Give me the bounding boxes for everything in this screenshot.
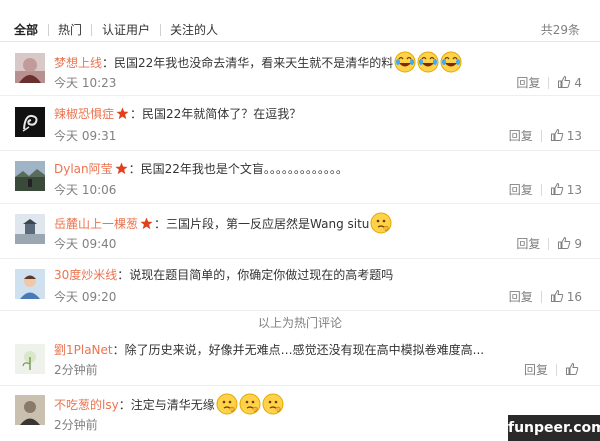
comment-username[interactable]: 不吃葱的lsy	[54, 398, 119, 412]
avatar[interactable]	[15, 107, 45, 137]
reply-button[interactable]: 回复	[509, 128, 533, 144]
comment-username[interactable]: 岳麓山上一棵葱	[54, 217, 138, 231]
hot-comments-divider: 以上为热门评论	[257, 316, 342, 330]
comment-text: ：民国22年就简体了？在逗我？	[130, 107, 302, 121]
verified-badge-icon	[115, 162, 128, 175]
action-divider	[548, 238, 550, 250]
tab-hot[interactable]: 热门	[58, 22, 82, 38]
comment-filter-tabs: 全部 热门 认证用户 关注的人 共29条	[0, 0, 600, 42]
comment-actions: 回复 9	[516, 236, 582, 252]
like-button[interactable]	[565, 362, 582, 377]
laugh-cry-emoji-icon	[417, 51, 439, 73]
thinking-emoji-icon	[216, 393, 238, 415]
thinking-emoji-icon	[262, 393, 284, 415]
comment-actions: 回复	[524, 362, 582, 378]
comment-body: 岳麓山上一棵葱 ：三国片段，第一反应居然是Wang situ	[54, 212, 392, 234]
comment-username[interactable]: 30度炒米线	[54, 268, 117, 282]
comment-row: Dylan阿莹 ：民国22年我也是个文盲。。。。。。。。。。。。。 今天 10:0…	[0, 152, 600, 204]
comment-time: 今天 09:31	[54, 129, 117, 143]
comment-total-count: 共29条	[540, 23, 580, 37]
like-count: 13	[566, 183, 582, 197]
action-divider	[556, 364, 557, 376]
reply-button[interactable]: 回复	[524, 362, 548, 378]
comment-time: 今天 10:23	[54, 76, 117, 90]
comment-actions: 回复 16	[509, 289, 582, 305]
comment-text: ：除了历史来说，好像并无难点…感觉还没有现在高中模拟卷难度高...	[112, 343, 485, 357]
comment-text: ：民国22年我也没命去清华，看来天生就不是清华的料	[102, 56, 394, 70]
tab-divider	[48, 24, 49, 36]
tab-divider	[91, 24, 92, 36]
reply-button[interactable]: 回复	[516, 236, 540, 252]
avatar[interactable]	[15, 161, 45, 191]
thumbs-up-icon	[550, 128, 563, 141]
like-button[interactable]: 13	[550, 182, 582, 197]
comment-body: Dylan阿莹 ：民国22年我也是个文盲。。。。。。。。。。。。。	[54, 160, 348, 178]
tab-all[interactable]: 全部	[14, 22, 38, 38]
comment-row: 梦想上线：民国22年我也没命去清华，看来天生就不是清华的料 今天 10:23 回…	[0, 43, 600, 96]
thumbs-up-icon	[550, 182, 563, 195]
comment-time: 今天 09:20	[54, 290, 117, 304]
comment-text: ：注定与清华无缘	[118, 398, 215, 412]
laugh-cry-emoji-icon	[394, 51, 416, 73]
reply-button[interactable]: 回复	[509, 182, 533, 198]
like-count: 16	[566, 290, 582, 304]
comment-row: 岳麓山上一棵葱 ：三国片段，第一反应居然是Wang situ 今天 09:40 回…	[0, 205, 600, 259]
comment-body: 梦想上线：民国22年我也没命去清华，看来天生就不是清华的料	[54, 51, 462, 73]
thumbs-up-icon	[558, 75, 571, 88]
comment-row: 30度炒米线：说现在题目简单的，你确定你做过现在的高考题吗 今天 09:20 回…	[0, 260, 600, 311]
like-count: 9	[574, 237, 582, 251]
comment-row: 辣椒恐惧症 ：民国22年就简体了？在逗我？ 今天 09:31 回复 13	[0, 97, 600, 151]
action-divider	[540, 130, 542, 142]
like-button[interactable]: 4	[557, 75, 582, 90]
tab-divider	[160, 24, 161, 36]
thumbs-up-icon	[558, 236, 571, 249]
action-divider	[548, 77, 550, 89]
verified-badge-icon	[140, 217, 153, 230]
comment-time: 今天 10:06	[54, 183, 117, 197]
verified-badge-icon	[116, 107, 129, 120]
comment-actions: 回复 13	[509, 128, 582, 144]
comment-username[interactable]: Dylan阿莹	[54, 162, 113, 176]
thinking-emoji-icon	[370, 212, 392, 234]
avatar[interactable]	[15, 214, 45, 244]
like-button[interactable]: 13	[550, 128, 582, 143]
avatar[interactable]	[15, 269, 45, 299]
comment-body: 劉1PlaNet：除了历史来说，好像并无难点…感觉还没有现在高中模拟卷难度高..…	[54, 341, 484, 359]
like-count: 13	[566, 129, 582, 143]
tab-following[interactable]: 关注的人	[170, 22, 218, 38]
action-divider	[540, 291, 542, 303]
comment-username[interactable]: 劉1PlaNet	[54, 343, 113, 357]
comment-body: 不吃葱的lsy：注定与清华无缘	[54, 393, 284, 415]
avatar[interactable]	[15, 53, 45, 83]
comment-time: 2分钟前	[54, 363, 98, 377]
reply-button[interactable]: 回复	[509, 289, 533, 305]
comment-time: 今天 09:40	[54, 237, 117, 251]
like-button[interactable]: 16	[550, 289, 582, 304]
comment-text: ：民国22年我也是个文盲。。。。。。。。。。。。。	[128, 162, 348, 176]
laugh-cry-emoji-icon	[440, 51, 462, 73]
like-count: 4	[574, 76, 582, 90]
comment-actions: 回复 4	[516, 75, 582, 91]
comment-actions: 回复 13	[509, 182, 582, 198]
thumbs-up-icon	[550, 289, 563, 302]
action-divider	[540, 184, 542, 196]
comment-row: 劉1PlaNet：除了历史来说，好像并无难点…感觉还没有现在高中模拟卷难度高..…	[0, 334, 600, 386]
thumbs-up-icon	[566, 362, 579, 375]
watermark: funpeer.com	[508, 415, 600, 441]
avatar[interactable]	[15, 395, 45, 425]
comment-text: ：三国片段，第一反应居然是Wang situ	[154, 217, 370, 231]
comment-text: ：说现在题目简单的，你确定你做过现在的高考题吗	[117, 268, 394, 282]
like-button[interactable]: 9	[557, 236, 582, 251]
comment-body: 辣椒恐惧症 ：民国22年就简体了？在逗我？	[54, 105, 301, 123]
reply-button[interactable]: 回复	[516, 75, 540, 91]
comment-body: 30度炒米线：说现在题目简单的，你确定你做过现在的高考题吗	[54, 266, 393, 284]
comment-username[interactable]: 梦想上线	[54, 56, 102, 70]
tab-verified-users[interactable]: 认证用户	[102, 22, 150, 38]
thinking-emoji-icon	[239, 393, 261, 415]
comment-username[interactable]: 辣椒恐惧症	[54, 107, 114, 121]
comment-time: 2分钟前	[54, 418, 98, 432]
avatar[interactable]	[15, 344, 45, 374]
